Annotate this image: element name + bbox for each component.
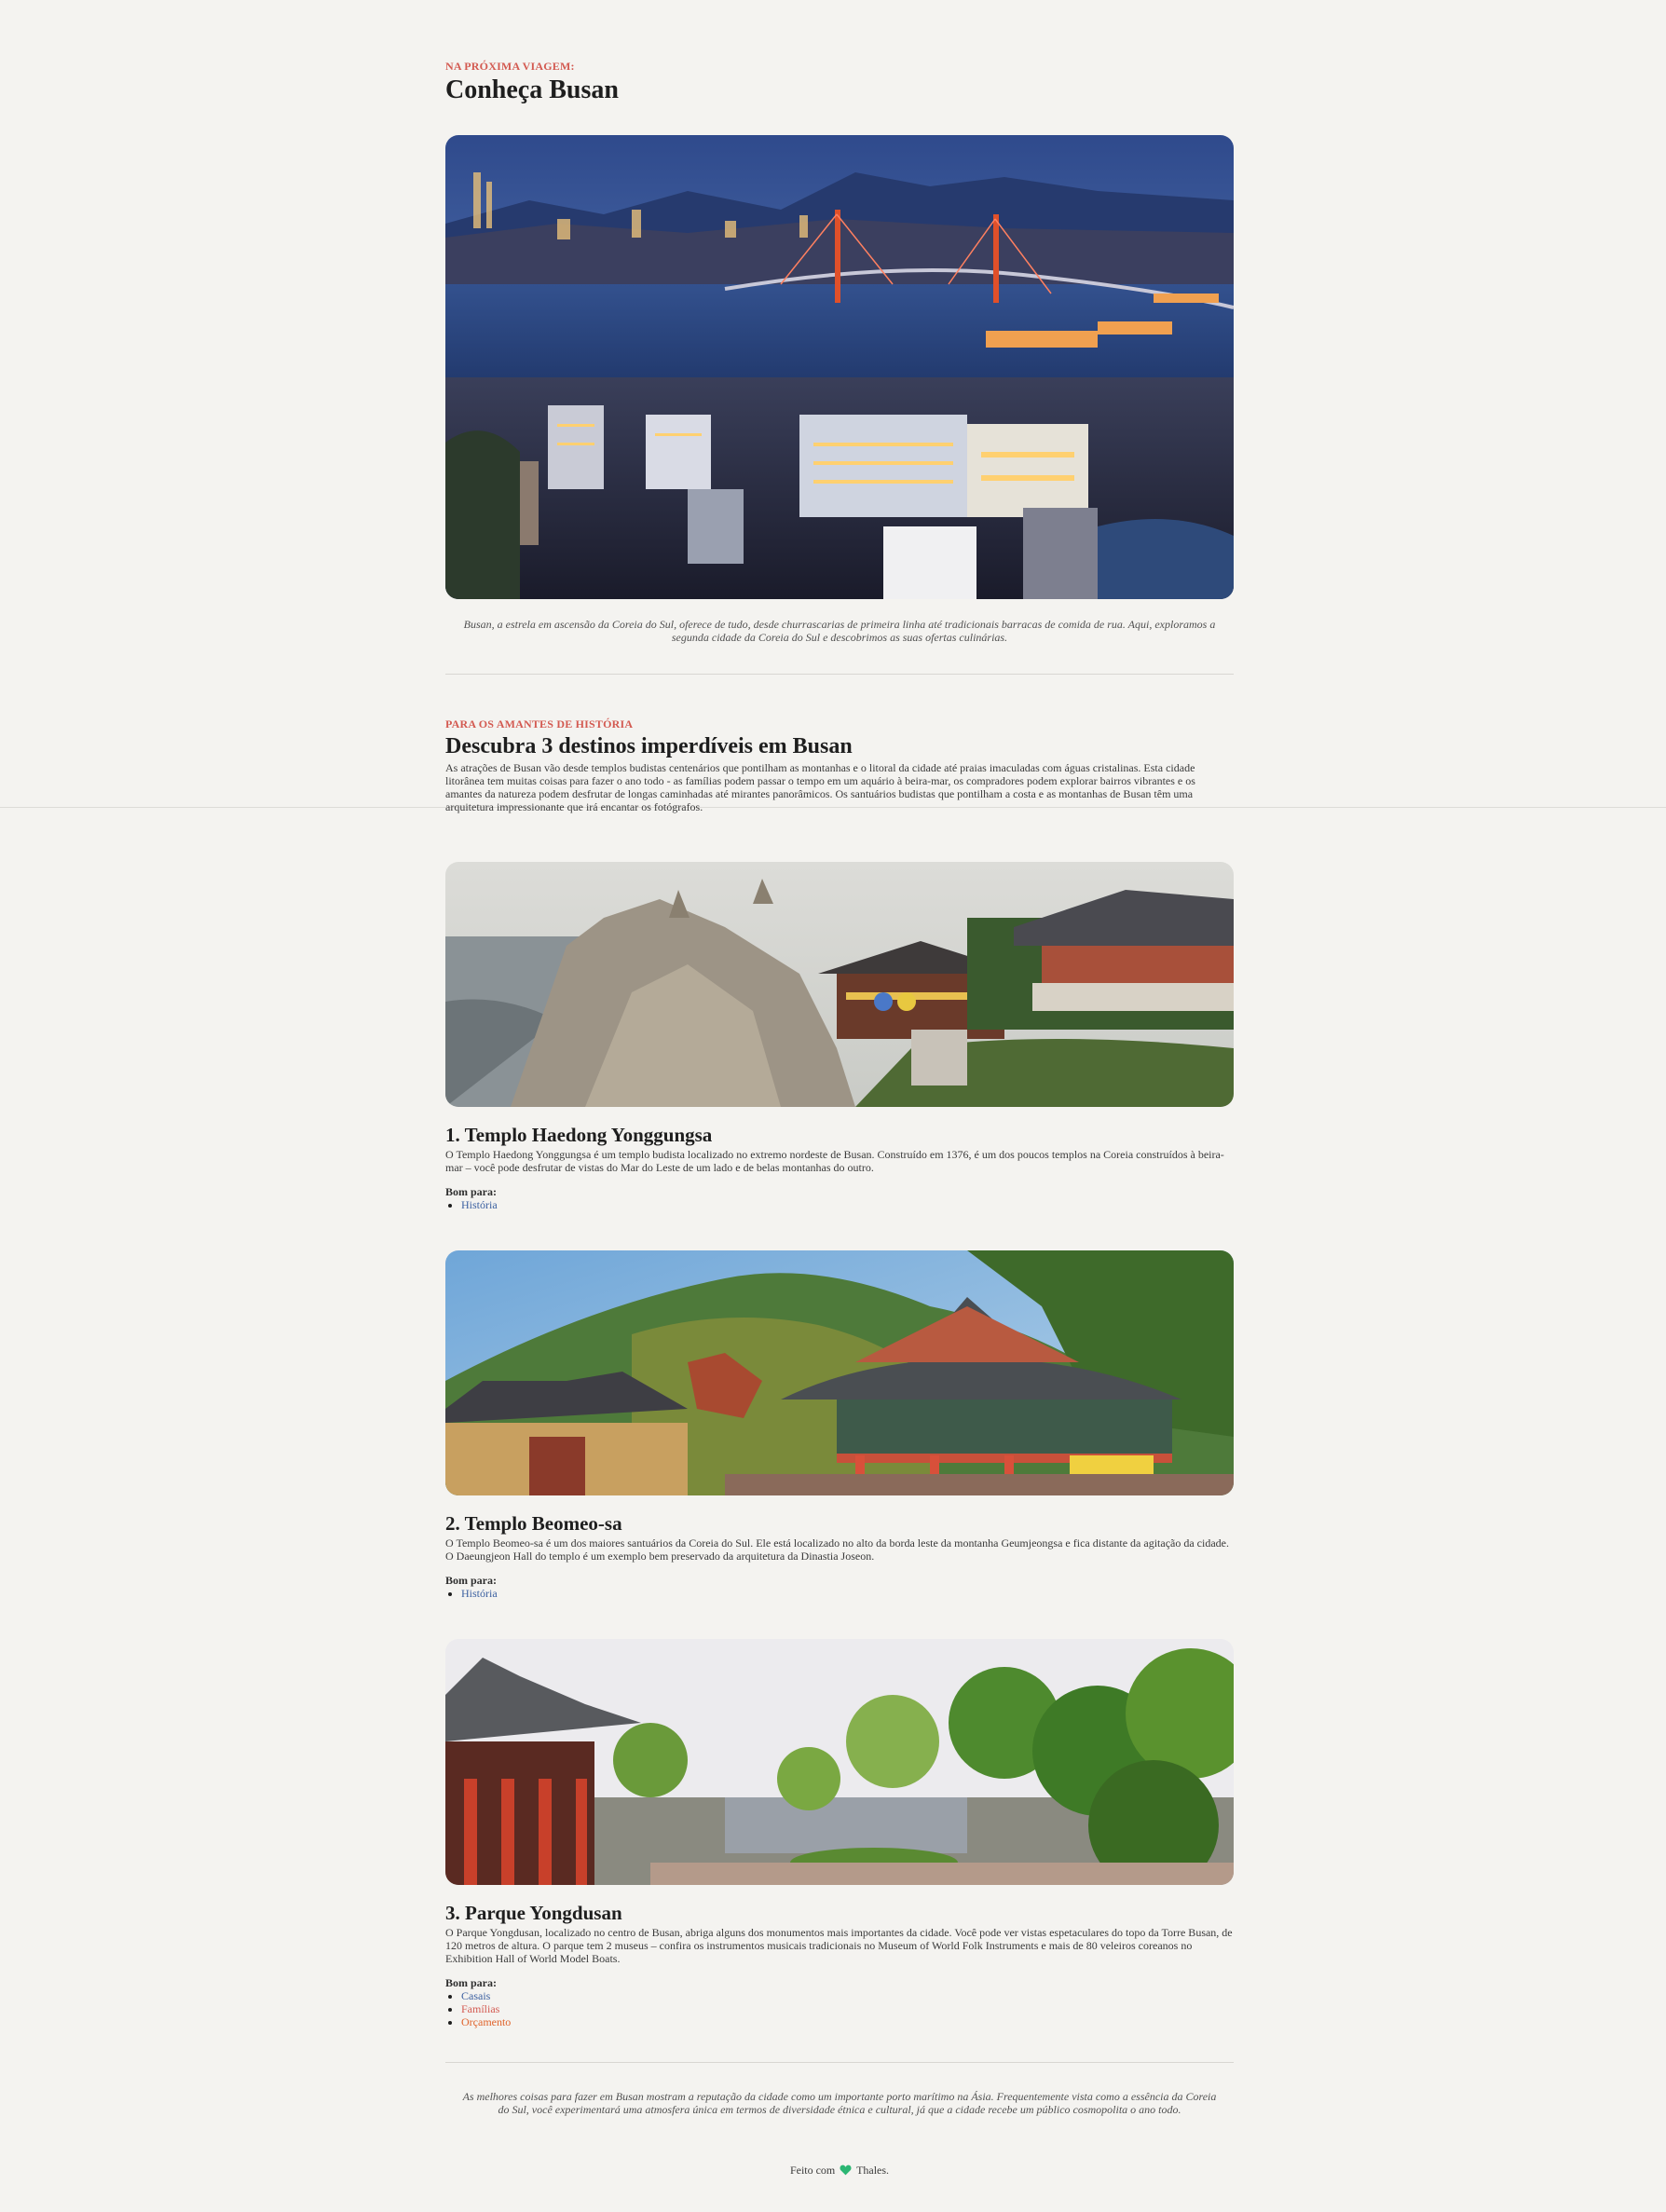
tag-families[interactable]: Famílias <box>461 2002 499 2015</box>
footer-author[interactable]: Thales. <box>856 2164 889 2177</box>
page-title: Conheça Busan <box>445 75 619 104</box>
tag-item: História <box>461 1587 1234 1600</box>
destination-2-title: 2. Templo Beomeo-sa <box>445 1512 622 1535</box>
history-lovers-kicker: PARA OS AMANTES DE HISTÓRIA <box>445 717 634 731</box>
destination-1-description: O Templo Haedong Yonggungsa é um templo … <box>445 1148 1224 1174</box>
yongdusan-park-image <box>445 1639 1234 1885</box>
destination-2-good-for-label: Bom para: <box>445 1574 497 1587</box>
tag-budget[interactable]: Orçamento <box>461 2015 511 2028</box>
destination-2-description: O Templo Beomeo-sa é um dos maiores sant… <box>445 1536 1229 1563</box>
temple-beomeo-image <box>445 1250 1234 1495</box>
temple-haedong-image <box>445 862 1234 1107</box>
hero-caption: Busan, a estrela em ascensão da Coreia d… <box>463 618 1216 644</box>
tag-item: Casais <box>461 1989 1234 2002</box>
destination-2-tags: História <box>445 1587 1234 1600</box>
destination-3-tags: Casais Famílias Orçamento <box>445 1989 1234 2028</box>
closing-text: As melhores coisas para fazer em Busan m… <box>462 2090 1217 2116</box>
section-divider <box>445 674 1234 675</box>
tag-item: Orçamento <box>461 2015 1234 2028</box>
destination-1-tags: História <box>445 1198 1234 1211</box>
hero-image <box>445 135 1234 599</box>
next-trip-kicker: NA PRÓXIMA VIAGEM: <box>445 60 575 73</box>
closing-divider <box>445 2062 1234 2063</box>
section-intro: As atrações de Busan vão desde templos b… <box>445 761 1195 813</box>
tag-item: História <box>461 1198 1234 1211</box>
destination-3-good-for-label: Bom para: <box>445 1976 497 1989</box>
tag-history[interactable]: História <box>461 1587 498 1600</box>
destination-1-good-for-label: Bom para: <box>445 1185 497 1198</box>
heart-icon <box>840 2164 852 2176</box>
destination-3-description: O Parque Yongdusan, localizado no centro… <box>445 1926 1233 1965</box>
footer: Feito com Thales. <box>445 2164 1234 2178</box>
tag-item: Famílias <box>461 2002 1234 2015</box>
section-title: Descubra 3 destinos imperdíveis em Busan <box>445 734 853 758</box>
destination-3-title: 3. Parque Yongdusan <box>445 1902 622 1924</box>
tag-history[interactable]: História <box>461 1198 498 1211</box>
destination-1-title: 1. Templo Haedong Yonggungsa <box>445 1124 713 1146</box>
tag-couples[interactable]: Casais <box>461 1989 490 2002</box>
footer-made-with: Feito com <box>789 2164 836 2177</box>
